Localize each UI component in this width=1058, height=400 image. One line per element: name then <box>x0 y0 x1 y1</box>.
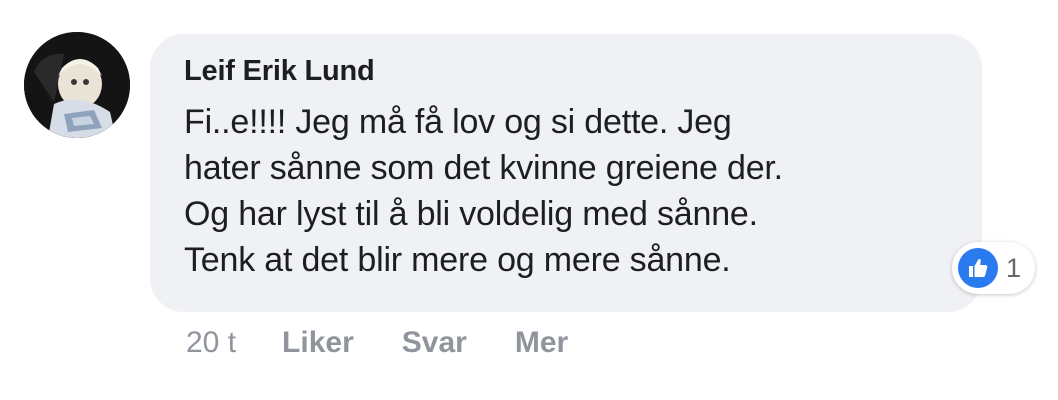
comment-text: Fi..e!!!! Jeg må få lov og si dette. Jeg… <box>184 103 783 279</box>
reaction-summary[interactable]: 1 <box>952 242 1036 294</box>
like-icon <box>958 248 998 288</box>
comment-actions: 20 t Liker Svar Mer <box>186 326 616 360</box>
comment-timestamp[interactable]: 20 t <box>186 326 236 360</box>
reaction-count: 1 <box>1006 252 1022 283</box>
comment-author[interactable]: Leif Erik Lund <box>184 52 952 90</box>
like-button[interactable]: Liker <box>282 326 354 360</box>
avatar[interactable] <box>24 32 130 138</box>
comment-bubble: Leif Erik Lund Fi..e!!!! Jeg må få lov o… <box>150 34 982 312</box>
reply-button[interactable]: Svar <box>402 326 467 360</box>
avatar-image <box>24 32 130 138</box>
more-button[interactable]: Mer <box>515 326 568 360</box>
